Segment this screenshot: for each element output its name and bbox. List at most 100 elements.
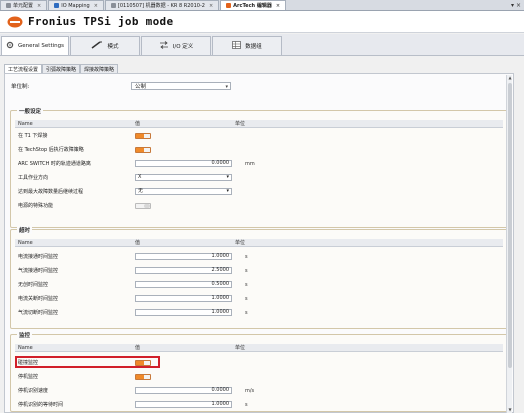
- setting-row: ARC SWITCH 时的轨迹通道路离 0.0000 mm: [15, 159, 503, 168]
- column-unit: 单位: [235, 121, 246, 127]
- grid-header: Name 值 单位: [15, 120, 503, 128]
- tab-data-groups[interactable]: 数据组: [212, 36, 282, 55]
- unit-system-label: 单位制:: [11, 84, 30, 90]
- tab-weld-fault-strategy[interactable]: 焊接故障策略: [80, 64, 119, 73]
- unit-label: s: [245, 401, 248, 408]
- close-icon[interactable]: ×: [94, 3, 98, 9]
- dropdown-select[interactable]: 无 ▾: [135, 188, 232, 195]
- unit-label: m/s: [245, 387, 255, 394]
- column-value: 值: [135, 240, 141, 246]
- tab-general-settings[interactable]: General Settings: [1, 36, 69, 55]
- gear-icon: [6, 41, 14, 51]
- number-input[interactable]: 1.0000: [135, 253, 232, 260]
- scroll-up-icon[interactable]: ▲: [507, 75, 513, 81]
- setting-name: 停机识别的等待时间: [18, 402, 64, 408]
- number-input[interactable]: 1.0000: [135, 295, 232, 302]
- number-input[interactable]: 0.5000: [135, 281, 232, 288]
- dropdown-select[interactable]: X ▾: [135, 174, 232, 181]
- arctech-icon: [226, 3, 232, 8]
- toggle-switch[interactable]: [135, 202, 151, 209]
- unit-system-row: 单位制: 公制 ▾: [11, 82, 231, 90]
- unit-label: s: [245, 267, 248, 274]
- setting-row: 停机监控: [15, 372, 503, 381]
- robot-icon: [110, 3, 116, 8]
- setting-row: 无创时间监控 0.5000 s: [15, 280, 503, 289]
- tab-ignition-fault-strategy[interactable]: 引弧故障策略: [42, 64, 81, 73]
- close-icon[interactable]: ×: [37, 3, 41, 9]
- toggle-switch[interactable]: [135, 373, 151, 380]
- number-input[interactable]: 2.5000: [135, 267, 232, 274]
- setting-name: 在 TechStop 后执行故障策略: [18, 147, 84, 153]
- chevron-down-icon: ▾: [226, 188, 229, 194]
- tab-io-mapping[interactable]: IO Mapping ×: [48, 0, 104, 10]
- unit-label: mm: [245, 160, 255, 167]
- toggle-switch[interactable]: [135, 132, 151, 139]
- setting-row: 达到最大故障数量后继续过程 无 ▾: [15, 187, 503, 196]
- io-arrows-icon: [159, 41, 169, 51]
- window-controls: ▾ ×: [511, 0, 524, 10]
- section-monitoring: 监控 Name 值 单位 碰撞监控 停机监控 停机识别速度 0.0000 m/s…: [10, 331, 508, 412]
- number-input[interactable]: 1.0000: [135, 309, 232, 316]
- chevron-down-icon: ▾: [226, 174, 229, 180]
- tab-label: ArcTech 编辑器: [233, 3, 272, 9]
- torch-icon: [91, 41, 103, 51]
- unit-system-value: 公制: [135, 84, 147, 90]
- column-value: 值: [135, 121, 141, 127]
- chevron-down-icon: ▾: [225, 84, 228, 90]
- tab-arctech-editor[interactable]: ArcTech 编辑器 ×: [220, 0, 287, 10]
- column-name: Name: [18, 344, 33, 351]
- tab-label: 模式: [107, 44, 119, 50]
- io-icon: [54, 3, 60, 8]
- tab-label: 单元配置: [13, 3, 34, 9]
- page-title: Fronius TPSi job mode: [28, 15, 174, 28]
- scroll-thumb[interactable]: [508, 83, 512, 368]
- close-icon[interactable]: ×: [209, 3, 213, 9]
- column-name: Name: [18, 120, 33, 127]
- setting-name: 达到最大故障数量后继续过程: [18, 189, 84, 195]
- scroll-down-icon[interactable]: ▼: [507, 407, 513, 413]
- unit-label: s: [245, 309, 248, 316]
- setting-name: 电源的特殊功能: [18, 203, 54, 209]
- column-unit: 单位: [235, 240, 246, 246]
- setting-row: 电源的特殊功能: [15, 201, 503, 210]
- number-input[interactable]: 1.0000: [135, 401, 232, 408]
- column-value: 值: [135, 345, 141, 351]
- dropdown-value: 无: [138, 188, 144, 194]
- tab-label: IO Mapping: [61, 2, 90, 9]
- setting-name: 电流接通时间监控: [18, 254, 59, 260]
- column-unit: 单位: [235, 345, 246, 351]
- number-input[interactable]: 0.0000: [135, 160, 232, 167]
- setting-row: 在 T1 下焊接: [15, 131, 503, 140]
- close-window-icon[interactable]: ×: [516, 2, 521, 9]
- tab-label: [0110507] 机器数据 - KR 8 R2010-2: [117, 3, 205, 9]
- setting-row: 气流接通时间监控 2.5000 s: [15, 266, 503, 275]
- section-title: 超时: [17, 226, 33, 234]
- tab-cell-config[interactable]: 单元配置 ×: [0, 0, 48, 10]
- number-input[interactable]: 0.0000: [135, 387, 232, 394]
- tab-process-settings[interactable]: 工艺流程设置: [4, 64, 43, 73]
- toggle-switch[interactable]: [135, 146, 151, 153]
- table-icon: [232, 41, 242, 51]
- section-timeout: 超时 Name 值 单位 电流接通时间监控 1.0000 s 气流接通时间监控 …: [10, 226, 508, 329]
- vertical-scrollbar[interactable]: ▲ ▼: [506, 75, 512, 413]
- setting-row: 停机识别速度 0.0000 m/s: [15, 386, 503, 395]
- setting-name: 气流切断时间监控: [18, 310, 59, 316]
- close-icon[interactable]: ×: [276, 3, 280, 9]
- highlight-box: [15, 356, 160, 368]
- cell-icon: [6, 3, 11, 8]
- tab-label: I/O 定义: [172, 44, 194, 50]
- setting-name: ARC SWITCH 时的轨迹通道路离: [18, 161, 91, 167]
- tab-mode[interactable]: 模式: [70, 36, 140, 55]
- unit-system-select[interactable]: 公制 ▾: [131, 82, 231, 90]
- section-title: 监控: [17, 331, 33, 339]
- setting-name: 无创时间监控: [18, 282, 49, 288]
- setting-name: 在 T1 下焊接: [18, 133, 48, 139]
- section-title: 一般设定: [17, 107, 44, 115]
- setting-row: 在 TechStop 后执行故障策略: [15, 145, 503, 154]
- tab-io-definition[interactable]: I/O 定义: [141, 36, 211, 55]
- setting-name: 电流关断时间监控: [18, 296, 59, 302]
- tab-machine-data[interactable]: [0110507] 机器数据 - KR 8 R2010-2 ×: [104, 0, 220, 10]
- setting-row: 电流关断时间监控 1.0000 s: [15, 294, 503, 303]
- fronius-logo-icon: [7, 16, 23, 28]
- tab-list-icon[interactable]: ▾: [511, 2, 514, 9]
